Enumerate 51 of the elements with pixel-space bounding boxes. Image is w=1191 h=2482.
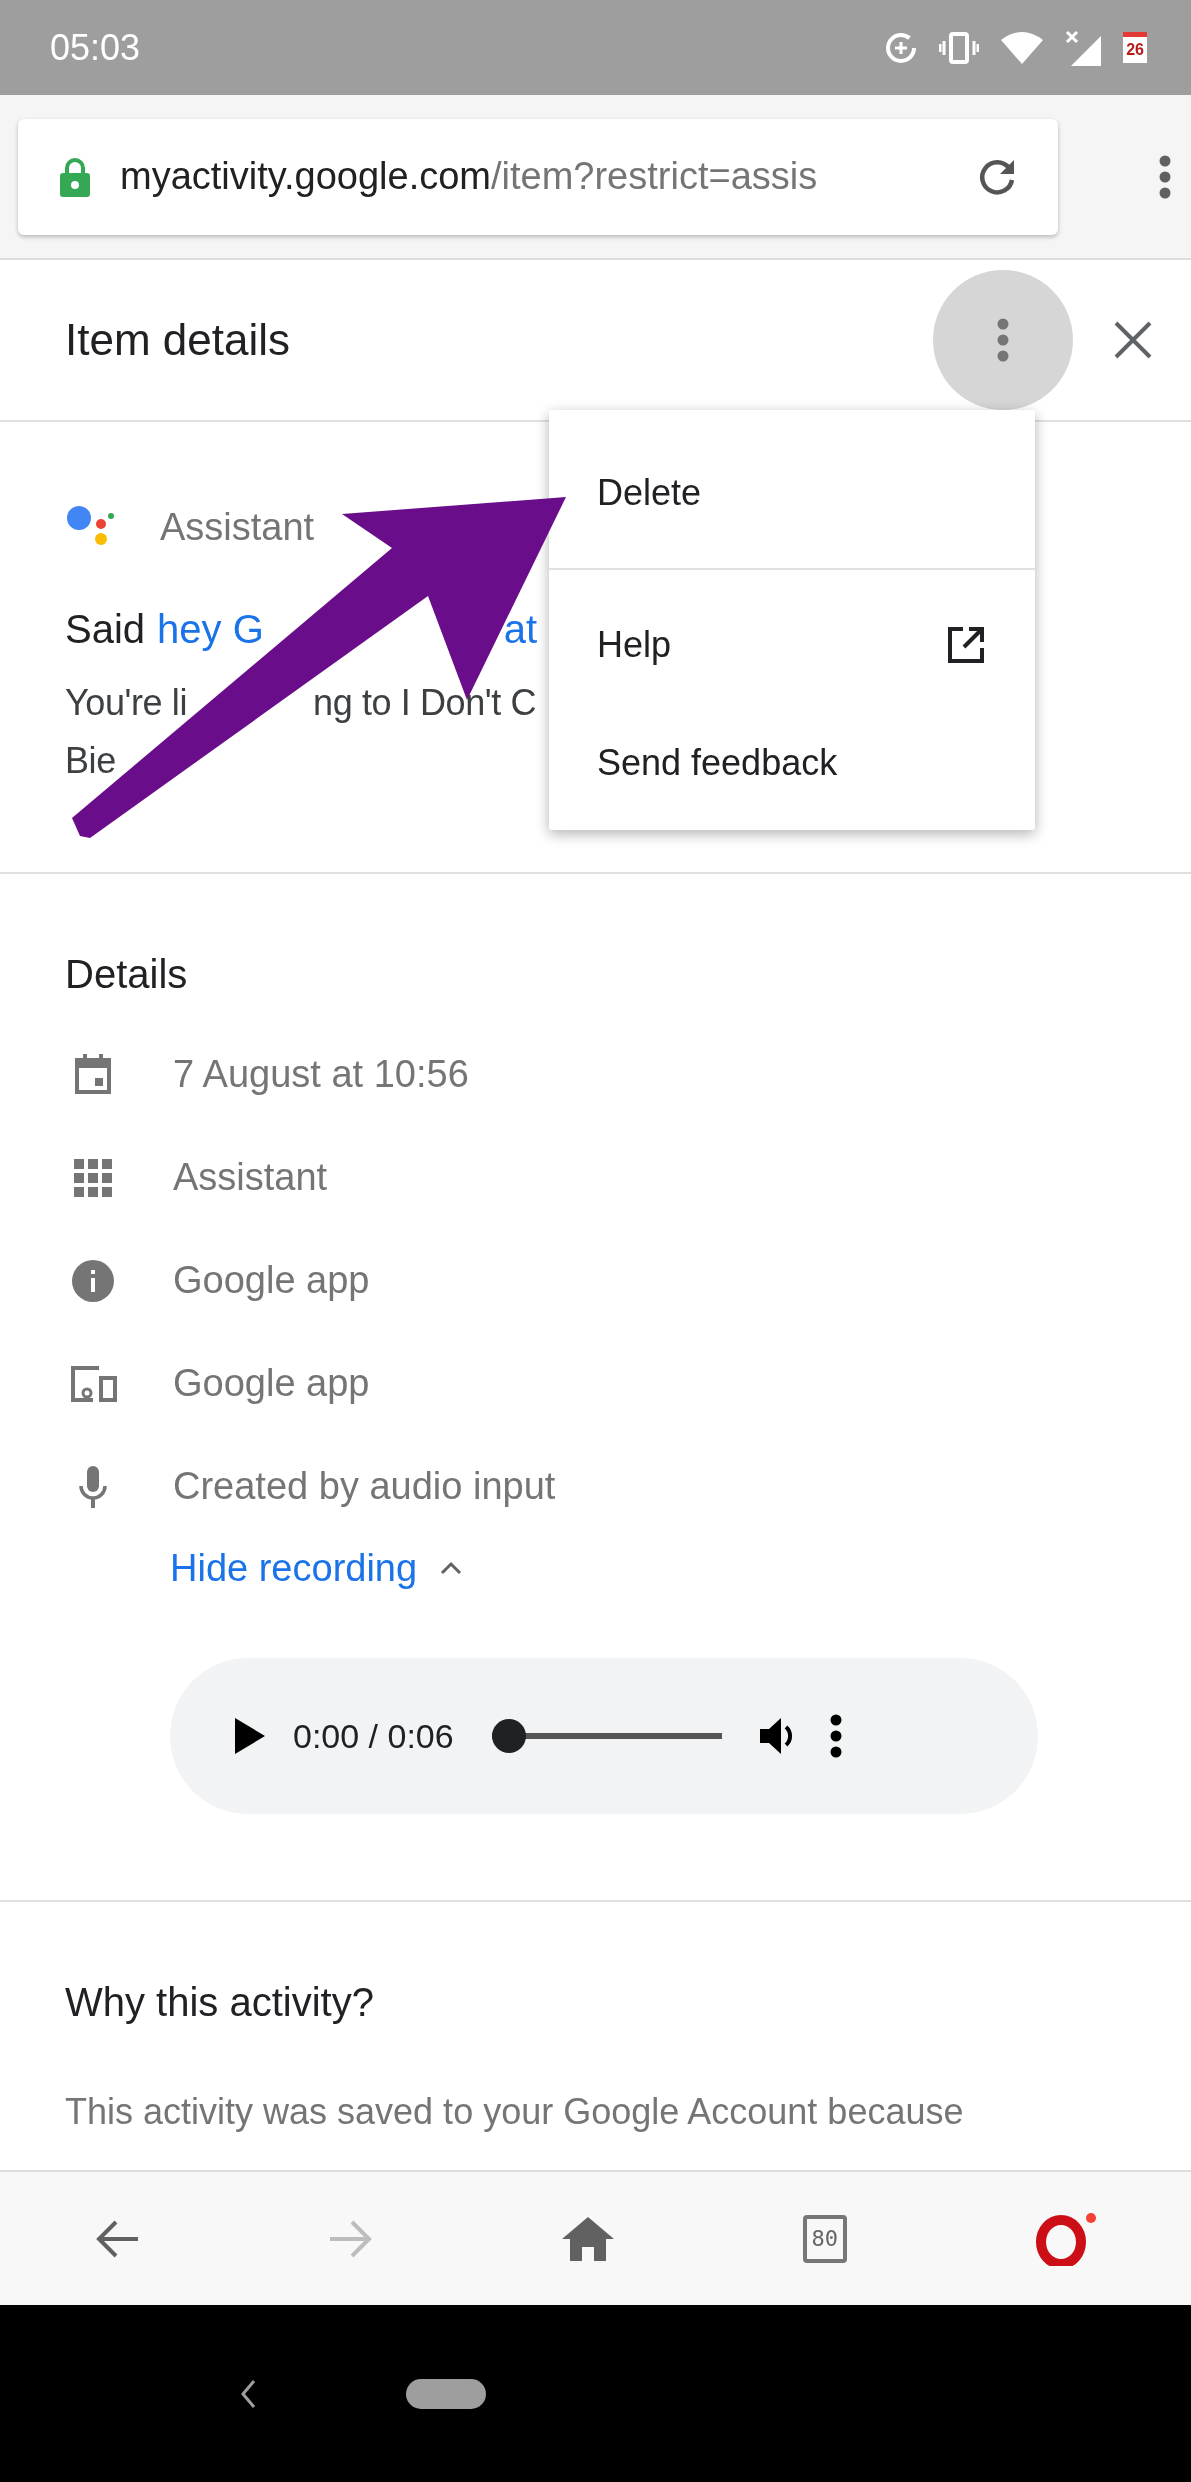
vibrate-icon <box>939 31 980 64</box>
seek-thumb[interactable] <box>491 1719 526 1753</box>
calendar-badge: 26 <box>1123 32 1147 63</box>
more-icon <box>997 318 1009 362</box>
back-chevron-icon[interactable] <box>240 2378 256 2409</box>
lock-icon <box>60 156 90 197</box>
signal-icon <box>1065 29 1102 66</box>
wifi-icon <box>1001 31 1044 64</box>
detail-text: Google app <box>173 1259 370 1302</box>
back-arrow-icon <box>94 2218 141 2259</box>
section-title: Why this activity? <box>65 1979 375 2025</box>
detail-text: 7 August at 10:56 <box>173 1053 469 1096</box>
detail-text: Created by audio input <box>173 1465 556 1508</box>
home-button[interactable] <box>562 2216 615 2261</box>
devices-icon <box>69 1365 117 1402</box>
player-menu-button[interactable] <box>829 1714 842 1758</box>
status-time: 05:03 <box>50 26 141 69</box>
detail-text: Google app <box>173 1362 370 1405</box>
hide-recording-link[interactable]: Hide recording <box>170 1546 418 1590</box>
data-saver-icon <box>885 31 918 64</box>
home-icon <box>562 2216 615 2261</box>
external-link-icon <box>947 626 985 664</box>
back-button[interactable] <box>94 2218 141 2259</box>
playback-time: 0:00 / 0:06 <box>293 1716 454 1756</box>
response-text: ng to I Don't C <box>313 681 537 725</box>
home-pill[interactable] <box>406 2378 486 2409</box>
tabs-button[interactable]: 80 <box>802 2214 847 2263</box>
menu-item[interactable]: Send feedback <box>549 704 1035 822</box>
opera-logo-icon[interactable] <box>1034 2211 1097 2266</box>
more-icon <box>1159 154 1171 199</box>
query-link-end[interactable]: at <box>503 607 538 652</box>
info-icon <box>69 1259 117 1302</box>
page-title: Item details <box>65 315 291 365</box>
detail-text: Assistant <box>173 1156 328 1199</box>
play-icon <box>235 1718 265 1754</box>
section-title: Details <box>65 951 189 997</box>
more-icon <box>829 1714 842 1758</box>
query-link[interactable]: hey G <box>157 607 264 652</box>
browser-menu-button[interactable] <box>1159 154 1171 199</box>
menu-item[interactable]: Delete <box>549 434 1035 552</box>
response-text: Bie <box>65 739 116 783</box>
close-icon <box>1113 320 1153 360</box>
response-text: You're li <box>65 681 188 725</box>
explanation-text: This activity was saved to your Google Account because <box>65 2091 965 2133</box>
url-text: myactivity.google.com/item?restrict=assis <box>120 155 819 198</box>
close-button[interactable] <box>1113 320 1153 360</box>
menu-item[interactable]: Help <box>549 586 1035 704</box>
play-button[interactable] <box>235 1718 265 1754</box>
product-name: Assistant <box>160 505 315 549</box>
query-text: Said <box>65 607 146 652</box>
address-bar[interactable]: myactivity.google.com/item?restrict=assis <box>18 118 1058 235</box>
